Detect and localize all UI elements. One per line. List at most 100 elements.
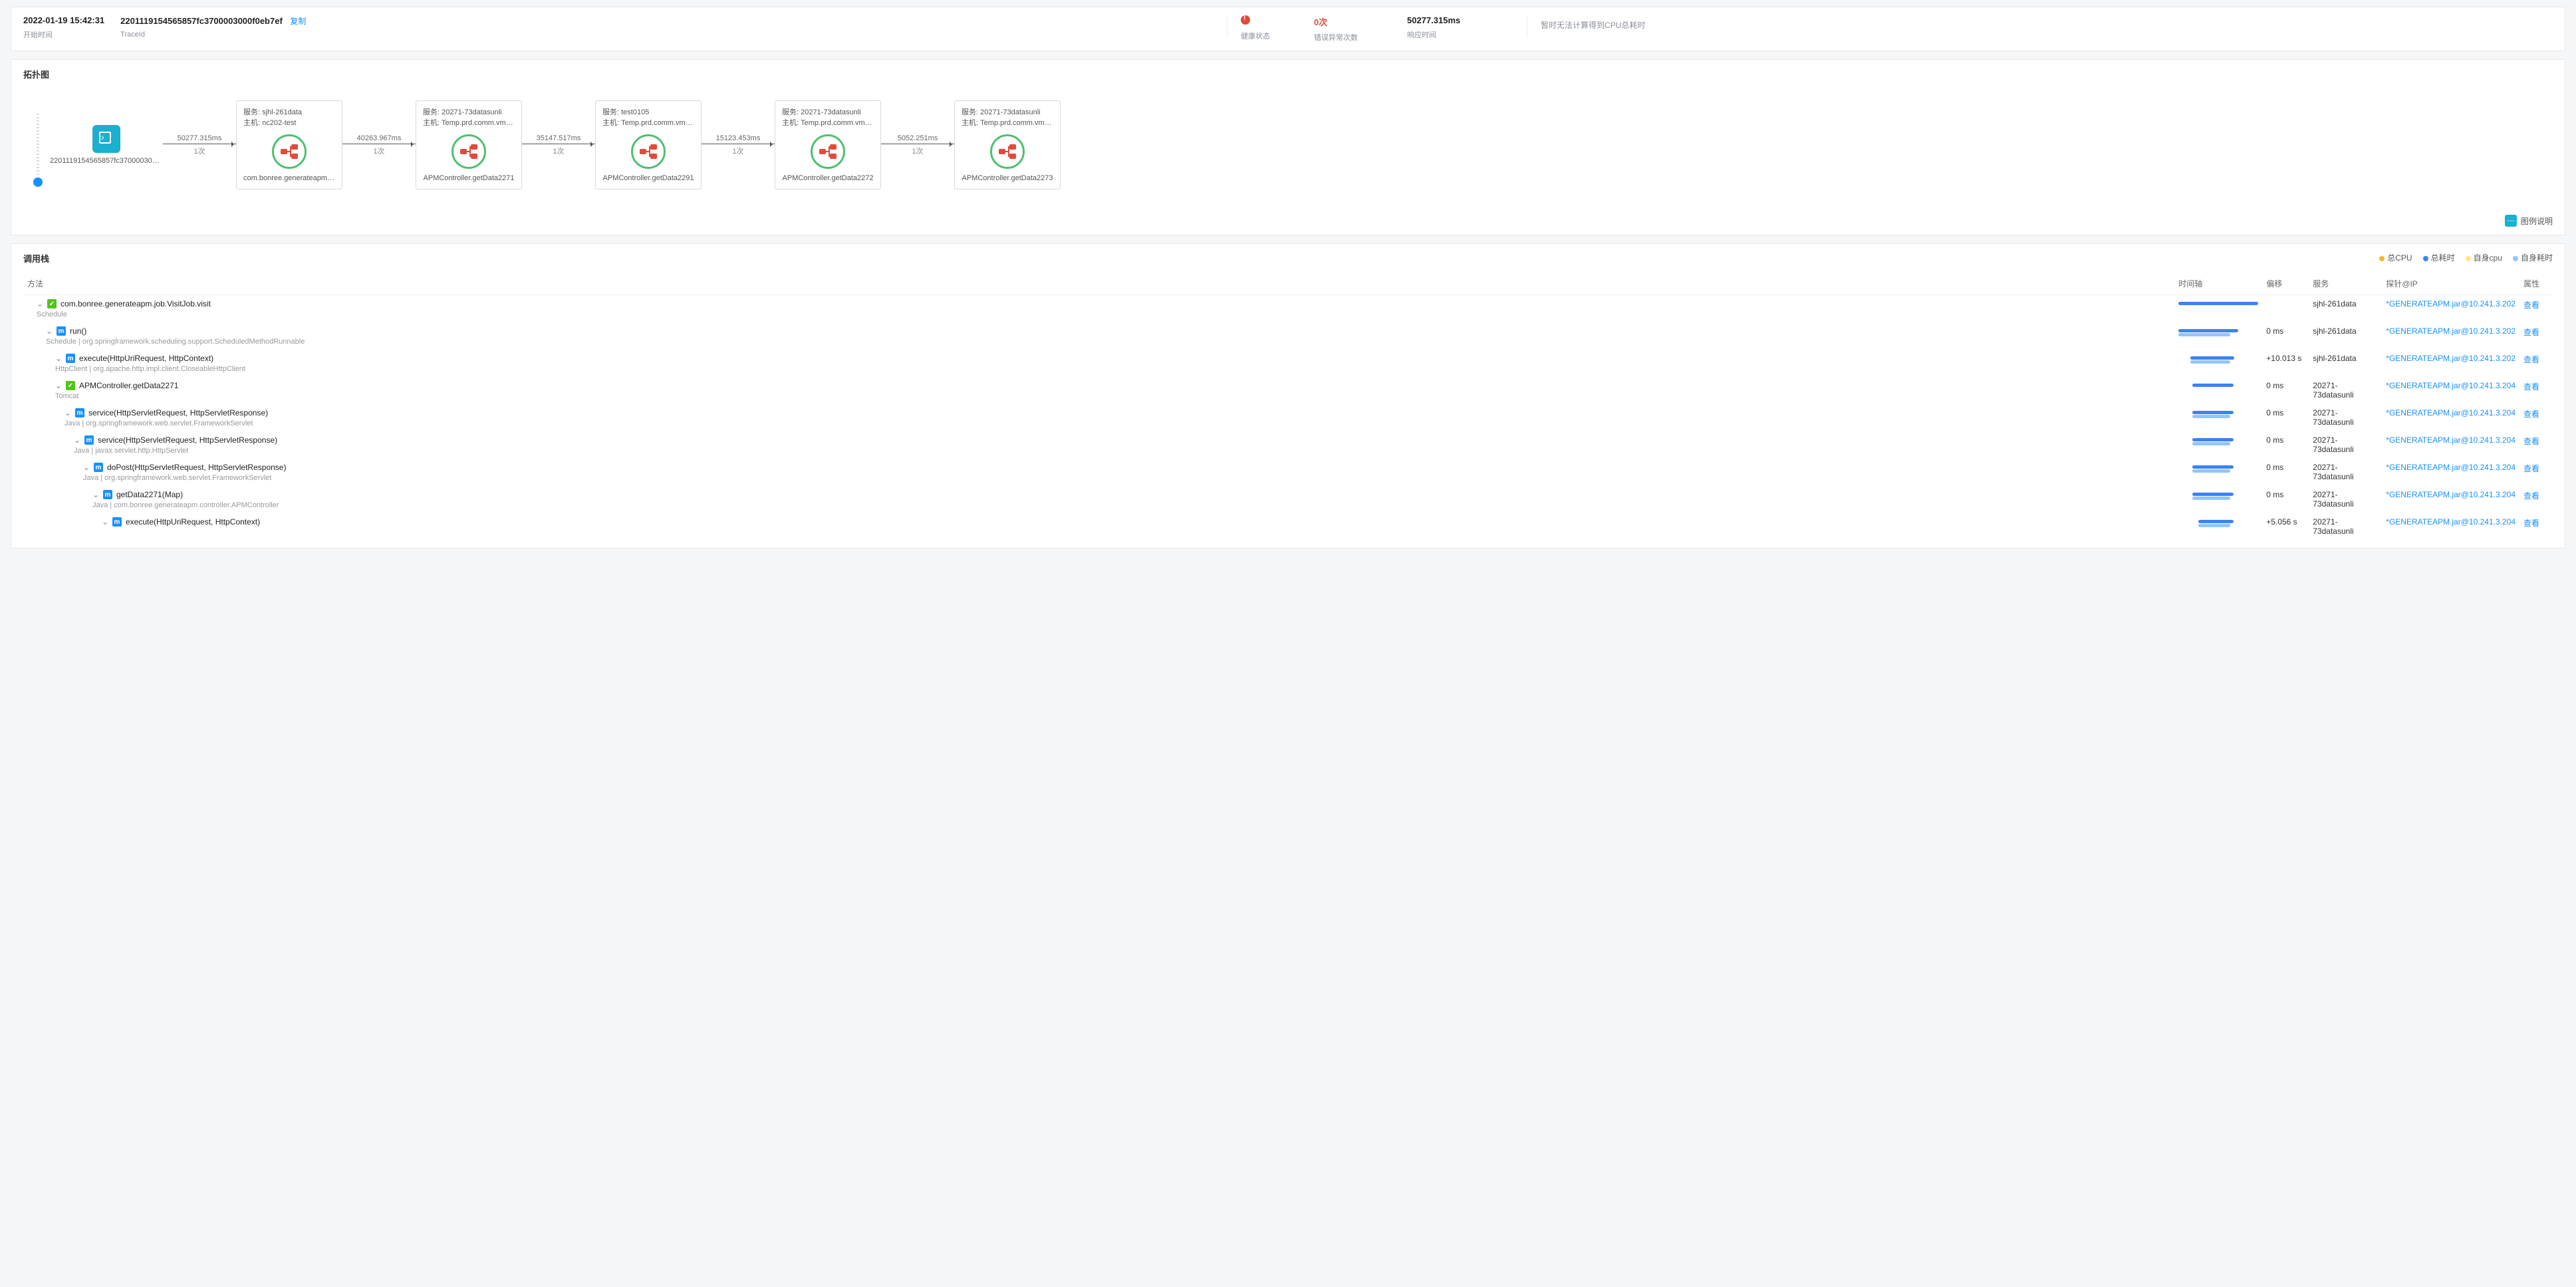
topo-service-node[interactable]: 服务: 20271-73datasunli主机: Temp.prd.comm.v… — [775, 100, 881, 189]
expand-toggle[interactable]: ⌄ — [83, 463, 90, 472]
topology-card: 拓扑图 2201119154565857fc3700003000f0e... 50… — [11, 59, 2565, 235]
summary-header: 2022-01-19 15:42:31 开始时间 220111915456585… — [11, 7, 2565, 51]
method-name: service(HttpServletRequest, HttpServletR… — [98, 435, 277, 445]
view-link[interactable]: 查看 — [2523, 328, 2539, 337]
method-name: execute(HttpUriRequest, HttpContext) — [126, 517, 260, 526]
expand-toggle[interactable]: ⌄ — [74, 435, 80, 445]
table-row: ⌄✓APMController.getData2271Tomcat0 ms202… — [23, 377, 2553, 404]
probe-link[interactable]: *GENERATEAPM.jar@10.241.3.202 — [2386, 354, 2515, 363]
method-type-badge: m — [112, 517, 122, 526]
node-host: 主机: Temp.prd.comm.vm.by.idc.b... — [782, 117, 874, 128]
probe-link[interactable]: *GENERATEAPM.jar@10.241.3.204 — [2386, 490, 2515, 499]
edge-duration: 50277.315ms — [178, 134, 222, 142]
slider-knob[interactable] — [33, 177, 43, 187]
trace-id-text: 2201119154565857fc3700003000f0eb7ef — [120, 16, 283, 26]
slider-track — [37, 114, 39, 175]
node-service: 服务: test0105 — [602, 106, 694, 117]
service-icon — [999, 144, 1016, 159]
expand-toggle[interactable]: ⌄ — [64, 408, 71, 417]
timeline-bar — [2178, 302, 2258, 308]
health-label: 健康状态 — [1241, 31, 1298, 41]
callstack-table: 方法 时间轴 偏移 服务 探针@IP 属性 ⌄ ✓ com.bonree.gener… — [23, 273, 2553, 540]
node-method: APMController.getData2271 — [423, 174, 515, 182]
health-status-icon — [1241, 15, 1298, 27]
service-value: 20271-73datasunli — [2309, 404, 2382, 431]
node-method: APMController.getData2291 — [602, 174, 694, 182]
legend-button[interactable]: ⋯ 图例说明 — [2505, 215, 2553, 227]
edge-count: 1次 — [193, 146, 205, 156]
view-link[interactable]: 查看 — [2523, 410, 2539, 419]
topo-root-node[interactable]: 2201119154565857fc3700003000f0e... — [50, 125, 163, 165]
legend-label: 图例说明 — [2521, 215, 2553, 227]
trace-entry-icon — [92, 125, 120, 153]
probe-link[interactable]: *GENERATEAPM.jar@10.241.3.204 — [2386, 408, 2515, 417]
expand-toggle[interactable]: ⌄ — [46, 326, 53, 336]
table-row: ⌄mexecute(HttpUriRequest, HttpContext)+5… — [23, 513, 2553, 540]
probe-link[interactable]: *GENERATEAPM.jar@10.241.3.204 — [2386, 381, 2515, 390]
copy-trace-id-link[interactable]: 复制 — [290, 17, 306, 26]
method-name: APMController.getData2271 — [79, 381, 178, 390]
view-link[interactable]: 查看 — [2523, 355, 2539, 364]
topo-edge: 40263.967ms1次 — [342, 134, 416, 156]
method-type-badge: m — [75, 408, 84, 417]
topo-service-node[interactable]: 服务: 20271-73datasunli主机: Temp.prd.comm.v… — [416, 100, 522, 189]
timeline-bar — [2178, 493, 2258, 499]
node-health-ring — [990, 134, 1025, 169]
node-service: 服务: sjhl-261data — [243, 106, 335, 117]
col-timeline: 时间轴 — [2174, 273, 2262, 295]
service-value: 20271-73datasunli — [2309, 431, 2382, 459]
expand-toggle[interactable]: ⌄ — [55, 354, 62, 363]
expand-toggle[interactable]: ⌄ — [37, 299, 43, 308]
node-health-ring — [272, 134, 307, 169]
view-link[interactable]: 查看 — [2523, 519, 2539, 528]
probe-link[interactable]: *GENERATEAPM.jar@10.241.3.204 — [2386, 463, 2515, 472]
expand-toggle[interactable]: ⌄ — [55, 381, 62, 390]
table-row: ⌄mrun()Schedule | org.springframework.sc… — [23, 322, 2553, 350]
edge-duration: 35147.517ms — [537, 134, 581, 142]
method-sub: HttpClient | org.apache.http.impl.client… — [55, 365, 2170, 373]
probe-link[interactable]: *GENERATEAPM.jar@10.241.3.204 — [2386, 435, 2515, 445]
service-icon — [460, 144, 477, 159]
method-type-badge: m — [57, 326, 66, 336]
topo-service-node[interactable]: 服务: test0105主机: Temp.prd.comm.vm.by.idc.… — [595, 100, 702, 189]
node-method: APMController.getData2273 — [962, 174, 1053, 182]
topology-title: 拓扑图 — [23, 68, 2553, 80]
offset-value: 0 ms — [2262, 404, 2309, 431]
table-header-row: 方法 时间轴 偏移 服务 探针@IP 属性 — [23, 273, 2553, 295]
probe-link[interactable]: *GENERATEAPM.jar@10.241.3.202 — [2386, 299, 2515, 308]
topo-service-node[interactable]: 服务: sjhl-261data主机: nc202-testcom.bonree… — [236, 100, 342, 189]
expand-toggle[interactable]: ⌄ — [92, 490, 99, 499]
view-link[interactable]: 查看 — [2523, 491, 2539, 501]
method-type-badge: m — [84, 435, 94, 445]
probe-link[interactable]: *GENERATEAPM.jar@10.241.3.204 — [2386, 517, 2515, 526]
edge-count: 1次 — [553, 146, 564, 156]
start-time-label: 开始时间 — [23, 29, 104, 40]
node-health-ring — [631, 134, 666, 169]
view-link[interactable]: 查看 — [2523, 300, 2539, 310]
method-sub: Tomcat — [55, 392, 2170, 400]
probe-link[interactable]: *GENERATEAPM.jar@10.241.3.202 — [2386, 326, 2515, 336]
errors-value: 0次 — [1314, 15, 1391, 28]
view-link[interactable]: 查看 — [2523, 464, 2539, 473]
offset-value: 0 ms — [2262, 377, 2309, 404]
table-row: ⌄mgetData2271(Map)Java | com.bonree.gene… — [23, 486, 2553, 513]
edge-duration: 15123.453ms — [716, 134, 761, 142]
view-link[interactable]: 查看 — [2523, 382, 2539, 392]
response-time-value: 50277.315ms — [1407, 15, 1497, 25]
service-value: 20271-73datasunli — [2309, 486, 2382, 513]
expand-toggle[interactable]: ⌄ — [102, 517, 108, 526]
method-type-badge: ✓ — [47, 299, 57, 308]
table-row: ⌄ ✓ com.bonree.generateapm.job.VisitJob.vi… — [23, 295, 2553, 323]
service-icon — [819, 144, 837, 159]
topo-service-node[interactable]: 服务: 20271-73datasunli主机: Temp.prd.comm.v… — [954, 100, 1061, 189]
timeline-bar — [2178, 411, 2258, 417]
table-row: ⌄mexecute(HttpUriRequest, HttpContext)Ht… — [23, 350, 2553, 377]
start-time-value: 2022-01-19 15:42:31 — [23, 15, 104, 25]
method-type-badge: ✓ — [66, 381, 75, 390]
service-value: 20271-73datasunli — [2309, 513, 2382, 540]
method-name: com.bonree.generateapm.job.VisitJob.visi… — [61, 299, 211, 308]
view-link[interactable]: 查看 — [2523, 437, 2539, 446]
zoom-slider[interactable] — [33, 114, 43, 187]
topo-edge: 35147.517ms 1次 — [522, 134, 595, 156]
service-icon — [281, 144, 298, 159]
